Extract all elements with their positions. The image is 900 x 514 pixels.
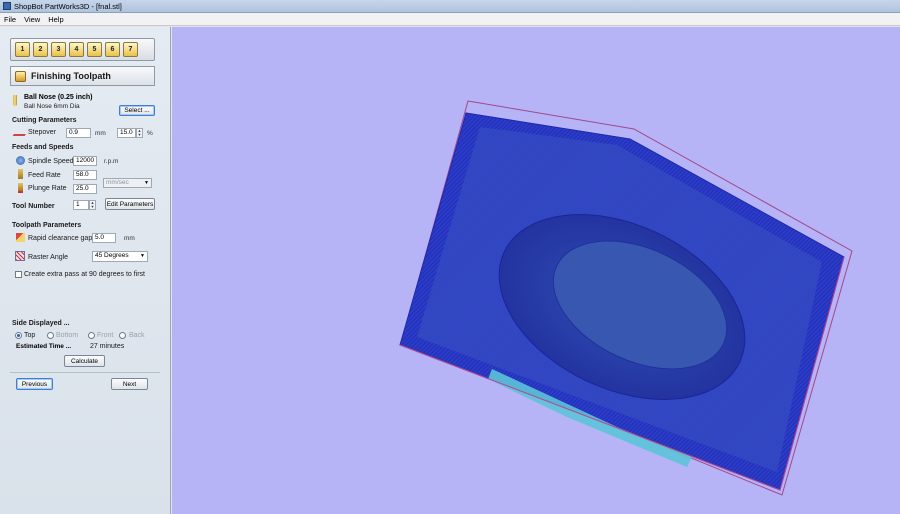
edit-parameters-button[interactable]: Edit Parameters bbox=[105, 198, 155, 210]
step-7-button[interactable]: 7 bbox=[123, 42, 138, 57]
tool-number-label: Tool Number bbox=[12, 203, 55, 210]
select-tool-button[interactable]: Select ... bbox=[119, 105, 155, 116]
stepover-unit: mm bbox=[95, 130, 106, 137]
stepover-icon bbox=[12, 128, 30, 136]
clearance-unit: mm bbox=[124, 235, 135, 242]
estimated-time-value: 27 minutes bbox=[90, 343, 125, 350]
panel-header: Finishing Toolpath bbox=[10, 66, 155, 86]
ball-nose-icon bbox=[13, 95, 17, 106]
side-front-label: Front bbox=[97, 332, 114, 339]
window-title: ShopBot PartWorks3D - [fnal.stl] bbox=[14, 1, 122, 11]
tool-name: Ball Nose (0.25 inch) bbox=[24, 94, 93, 101]
tool-description: Ball Nose 6mm Dia bbox=[24, 103, 80, 110]
side-displayed-heading: Side Displayed ... bbox=[12, 320, 70, 327]
3d-viewport[interactable] bbox=[172, 27, 900, 514]
side-bottom-radio[interactable] bbox=[47, 332, 54, 339]
calculate-button[interactable]: Calculate bbox=[64, 355, 105, 367]
clearance-input[interactable]: 5.0 bbox=[92, 233, 116, 243]
step-4-button[interactable]: 4 bbox=[69, 42, 84, 57]
finishing-toolpath-icon bbox=[15, 70, 26, 82]
side-top-radio[interactable] bbox=[15, 332, 22, 339]
rate-unit-select[interactable]: mm/sec ▼ bbox=[103, 178, 152, 188]
plunge-rate-input[interactable]: 25.0 bbox=[73, 184, 97, 194]
next-button[interactable]: Next bbox=[111, 378, 148, 390]
plunge-rate-label: Plunge Rate bbox=[28, 185, 67, 192]
previous-button[interactable]: Previous bbox=[16, 378, 53, 390]
spindle-icon bbox=[16, 156, 25, 165]
clearance-icon bbox=[16, 233, 25, 242]
stepover-label: Stepover bbox=[28, 129, 57, 136]
stepover-input[interactable]: 0.9 bbox=[66, 128, 91, 138]
step-6-button[interactable]: 6 bbox=[105, 42, 120, 57]
step-5-button[interactable]: 5 bbox=[87, 42, 102, 57]
step-1-button[interactable]: 1 bbox=[15, 42, 30, 57]
chevron-down-icon: ▼ bbox=[140, 253, 145, 259]
divider bbox=[10, 372, 160, 373]
stepover-percent-spinner[interactable]: ▲ ▼ bbox=[136, 128, 143, 138]
panel-title: Finishing Toolpath bbox=[31, 71, 111, 81]
menubar: File View Help bbox=[0, 13, 900, 26]
side-back-label: Back bbox=[129, 332, 145, 339]
menu-file[interactable]: File bbox=[4, 15, 16, 24]
window-titlebar: ShopBot PartWorks3D - [fnal.stl] bbox=[0, 0, 900, 13]
stepover-percent-input[interactable]: 15.0 bbox=[117, 128, 136, 138]
raster-angle-value: 45 Degrees bbox=[95, 252, 129, 259]
side-back-radio[interactable] bbox=[119, 332, 126, 339]
step-3-button[interactable]: 3 bbox=[51, 42, 66, 57]
spindle-speed-input[interactable]: 12000 bbox=[73, 156, 97, 166]
toolpath-preview bbox=[399, 100, 853, 496]
step-toolbar: 1 2 3 4 5 6 7 bbox=[10, 38, 155, 61]
side-front-radio[interactable] bbox=[88, 332, 95, 339]
extra-pass-label: Create extra pass at 90 degrees to first bbox=[24, 271, 146, 278]
side-top-label: Top bbox=[24, 332, 36, 339]
toolpath-parameters-heading: Toolpath Parameters bbox=[12, 222, 82, 229]
app-icon bbox=[3, 2, 11, 10]
cutting-parameters-heading: Cutting Parameters bbox=[12, 117, 77, 124]
rate-unit-value: mm/sec bbox=[106, 179, 129, 186]
clearance-label: Rapid clearance gap bbox=[28, 235, 93, 242]
raster-angle-label: Raster Angle bbox=[28, 254, 69, 261]
plunge-rate-icon bbox=[18, 183, 23, 193]
feeds-speeds-heading: Feeds and Speeds bbox=[12, 144, 74, 151]
percent-symbol: % bbox=[147, 130, 153, 137]
step-2-button[interactable]: 2 bbox=[33, 42, 48, 57]
tool-number-spinner[interactable]: ▲ ▼ bbox=[89, 200, 96, 210]
chevron-down-icon: ▼ bbox=[144, 180, 149, 186]
spindle-speed-unit: r.p.m bbox=[104, 158, 119, 165]
raster-angle-icon bbox=[15, 251, 25, 261]
feed-rate-label: Feed Rate bbox=[28, 172, 61, 179]
toolpath-sidebar: 1 2 3 4 5 6 7 Finishing Toolpath Ball No… bbox=[0, 27, 171, 514]
side-bottom-label: Bottom bbox=[56, 332, 79, 339]
spindle-speed-label: Spindle Speed bbox=[28, 158, 74, 165]
feed-rate-input[interactable]: 58.0 bbox=[73, 170, 97, 180]
tool-number-input[interactable]: 1 bbox=[73, 200, 89, 210]
menu-view[interactable]: View bbox=[24, 15, 40, 24]
feed-rate-icon bbox=[18, 169, 23, 179]
raster-angle-select[interactable]: 45 Degrees ▼ bbox=[92, 251, 148, 262]
estimated-time-label: Estimated Time ... bbox=[16, 343, 72, 350]
extra-pass-checkbox[interactable] bbox=[15, 271, 22, 278]
menu-help[interactable]: Help bbox=[48, 15, 63, 24]
